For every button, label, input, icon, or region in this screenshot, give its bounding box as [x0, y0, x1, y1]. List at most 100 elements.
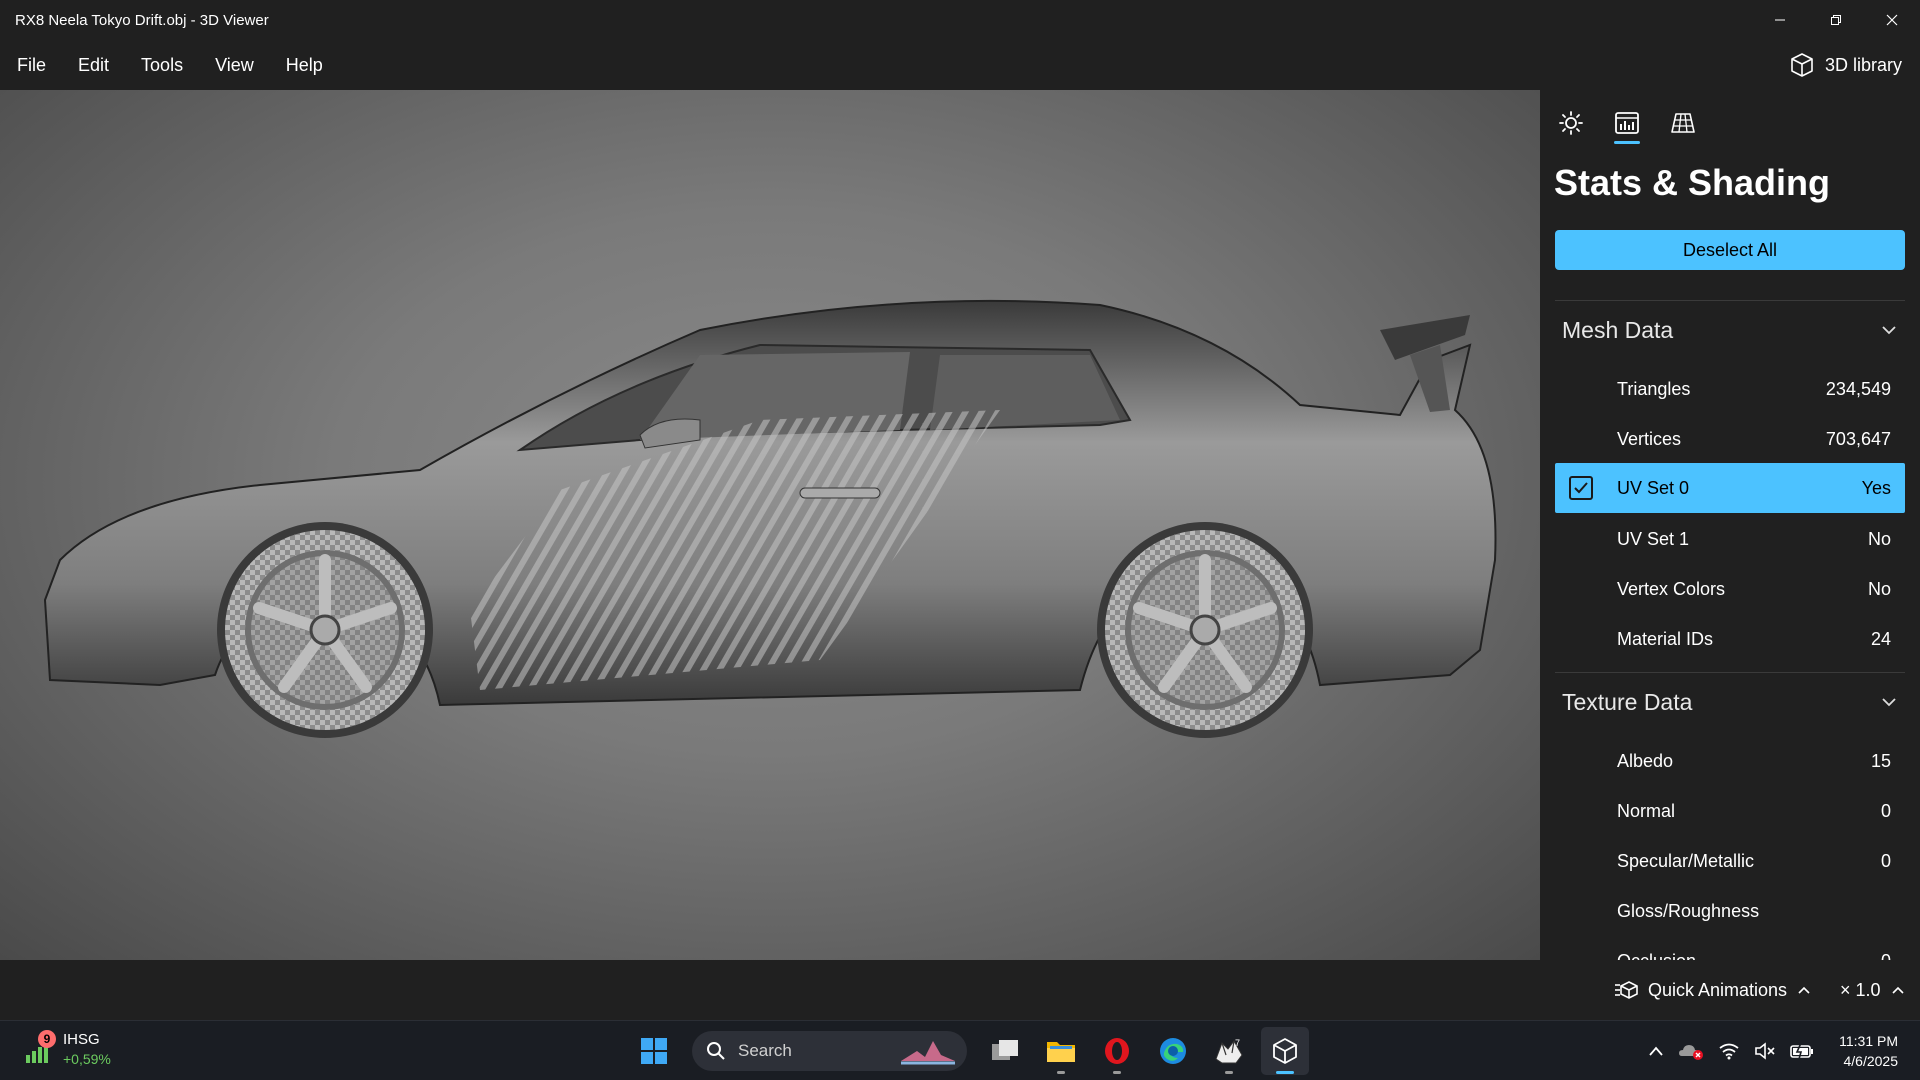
menu-help[interactable]: Help	[270, 55, 339, 76]
onedrive-error-icon[interactable]	[1678, 1041, 1704, 1061]
clock-time: 11:31 PM	[1839, 1033, 1898, 1049]
search-placeholder: Search	[738, 1041, 792, 1060]
folder-icon	[1047, 1042, 1075, 1062]
stats-panel: Stats & Shading Deselect All Mesh Data T…	[1540, 90, 1920, 960]
speed-button[interactable]: × 1.0	[1840, 960, 1905, 1020]
mesh-data-header[interactable]: Mesh Data	[1555, 305, 1905, 355]
taskbar-apps: Search 7	[630, 1027, 1309, 1075]
taskbar: 9 IHSG +0,59% Search 7 11:31 PM 4/6/2025	[0, 1020, 1920, 1080]
stock-symbol: IHSG	[63, 1031, 100, 1048]
taskbar-search[interactable]: Search	[692, 1031, 967, 1071]
opera-icon	[1105, 1038, 1129, 1064]
rhino-button[interactable]: 7	[1205, 1027, 1253, 1075]
close-button[interactable]	[1864, 0, 1920, 40]
divider	[1555, 672, 1905, 673]
menu-edit[interactable]: Edit	[62, 55, 125, 76]
speaker-muted-icon[interactable]	[1754, 1042, 1776, 1060]
system-tray	[1648, 1021, 1814, 1080]
row-value: No	[1867, 578, 1891, 599]
texture-data-label: Texture Data	[1562, 688, 1693, 715]
speed-label: × 1.0	[1840, 979, 1881, 1000]
mesh-row-material-ids[interactable]: Material IDs 24	[1555, 614, 1905, 664]
restore-icon	[1831, 15, 1841, 25]
texture-data-header[interactable]: Texture Data	[1555, 677, 1905, 727]
minimize-icon	[1775, 19, 1785, 21]
start-button[interactable]	[630, 1027, 678, 1075]
search-highlight-icon	[901, 1041, 955, 1065]
row-value: 15	[1870, 750, 1891, 771]
3d-library-button[interactable]: 3D library	[1789, 40, 1902, 90]
checkmark-icon	[1574, 482, 1588, 494]
row-value: 24	[1870, 628, 1891, 649]
row-value: 0	[1880, 800, 1891, 821]
row-label: UV Set 0	[1617, 477, 1690, 498]
texture-row-specular[interactable]: Specular/Metallic 0	[1555, 836, 1905, 886]
3d-viewer-icon	[1273, 1038, 1297, 1064]
stock-widget[interactable]: 9 IHSG +0,59%	[22, 1029, 142, 1073]
texture-row-normal[interactable]: Normal 0	[1555, 786, 1905, 836]
menu-file[interactable]: File	[0, 55, 62, 76]
sun-icon	[1559, 111, 1583, 135]
3d-viewport[interactable]	[0, 90, 1540, 960]
texture-row-albedo[interactable]: Albedo 15	[1555, 736, 1905, 786]
row-value: 703,647	[1825, 428, 1891, 449]
svg-text:7: 7	[1235, 1038, 1240, 1048]
chevron-up-icon[interactable]	[1648, 1045, 1664, 1057]
mesh-row-triangles[interactable]: Triangles 234,549	[1555, 364, 1905, 414]
row-value: No	[1867, 528, 1891, 549]
wifi-icon[interactable]	[1718, 1042, 1740, 1060]
windows-logo-icon	[641, 1038, 667, 1064]
row-label: Material IDs	[1617, 628, 1714, 649]
texture-row-occlusion[interactable]: Occlusion 0	[1555, 936, 1905, 961]
tab-lighting[interactable]	[1550, 100, 1592, 146]
row-label: Triangles	[1617, 378, 1691, 399]
row-value: 234,549	[1825, 378, 1891, 399]
mesh-row-uv-set-0[interactable]: UV Set 0 Yes	[1555, 463, 1905, 513]
row-label: Occlusion	[1617, 951, 1696, 961]
row-value: 0	[1881, 951, 1891, 961]
animation-bar: Quick Animations × 1.0	[0, 960, 1920, 1020]
animation-icon	[1615, 981, 1638, 999]
3d-viewer-button[interactable]	[1261, 1027, 1309, 1075]
row-value: Yes	[1861, 477, 1891, 498]
stats-chart-icon	[1615, 112, 1639, 134]
car-model	[43, 299, 1497, 738]
edge-icon	[1160, 1038, 1186, 1064]
texture-row-gloss[interactable]: Gloss/Roughness	[1555, 886, 1905, 936]
3d-library-label: 3D library	[1824, 54, 1902, 75]
mesh-data-label: Mesh Data	[1562, 316, 1674, 343]
clock-date: 4/6/2025	[1843, 1053, 1899, 1069]
row-label: Normal	[1617, 800, 1676, 821]
close-icon	[1886, 14, 1898, 26]
chevron-down-icon	[1882, 326, 1896, 335]
panel-title: Stats & Shading	[1554, 162, 1831, 203]
task-view-button[interactable]	[981, 1027, 1029, 1075]
title-bar: RX8 Neela Tokyo Drift.obj - 3D Viewer	[0, 0, 1920, 40]
row-label: Albedo	[1617, 750, 1674, 771]
deselect-all-button[interactable]: Deselect All	[1555, 230, 1905, 270]
system-clock[interactable]: 11:31 PM 4/6/2025	[1839, 1031, 1898, 1071]
row-value: 0	[1880, 850, 1891, 871]
cube-icon	[1791, 53, 1813, 77]
divider	[1555, 300, 1905, 301]
mesh-row-vertex-colors[interactable]: Vertex Colors No	[1555, 564, 1905, 614]
battery-charging-icon[interactable]	[1790, 1042, 1814, 1060]
row-checkbox[interactable]	[1569, 476, 1593, 500]
menu-tools[interactable]: Tools	[125, 55, 199, 76]
restore-button[interactable]	[1808, 0, 1864, 40]
opera-button[interactable]	[1093, 1027, 1141, 1075]
menu-bar: File Edit Tools View Help 3D library	[0, 40, 1920, 90]
quick-animations-button[interactable]: Quick Animations	[1614, 960, 1811, 1020]
tab-grid[interactable]	[1662, 100, 1704, 146]
stock-change: +0,59%	[63, 1051, 111, 1067]
menu-view[interactable]: View	[199, 55, 270, 76]
grid-icon	[1671, 113, 1695, 133]
edge-button[interactable]	[1149, 1027, 1197, 1075]
row-label: Vertices	[1617, 428, 1682, 449]
chevron-up-icon	[1891, 986, 1904, 994]
tab-stats[interactable]	[1606, 100, 1648, 146]
mesh-row-uv-set-1[interactable]: UV Set 1 No	[1555, 514, 1905, 564]
file-explorer-button[interactable]	[1037, 1027, 1085, 1075]
minimize-button[interactable]	[1752, 0, 1808, 40]
mesh-row-vertices[interactable]: Vertices 703,647	[1555, 414, 1905, 464]
